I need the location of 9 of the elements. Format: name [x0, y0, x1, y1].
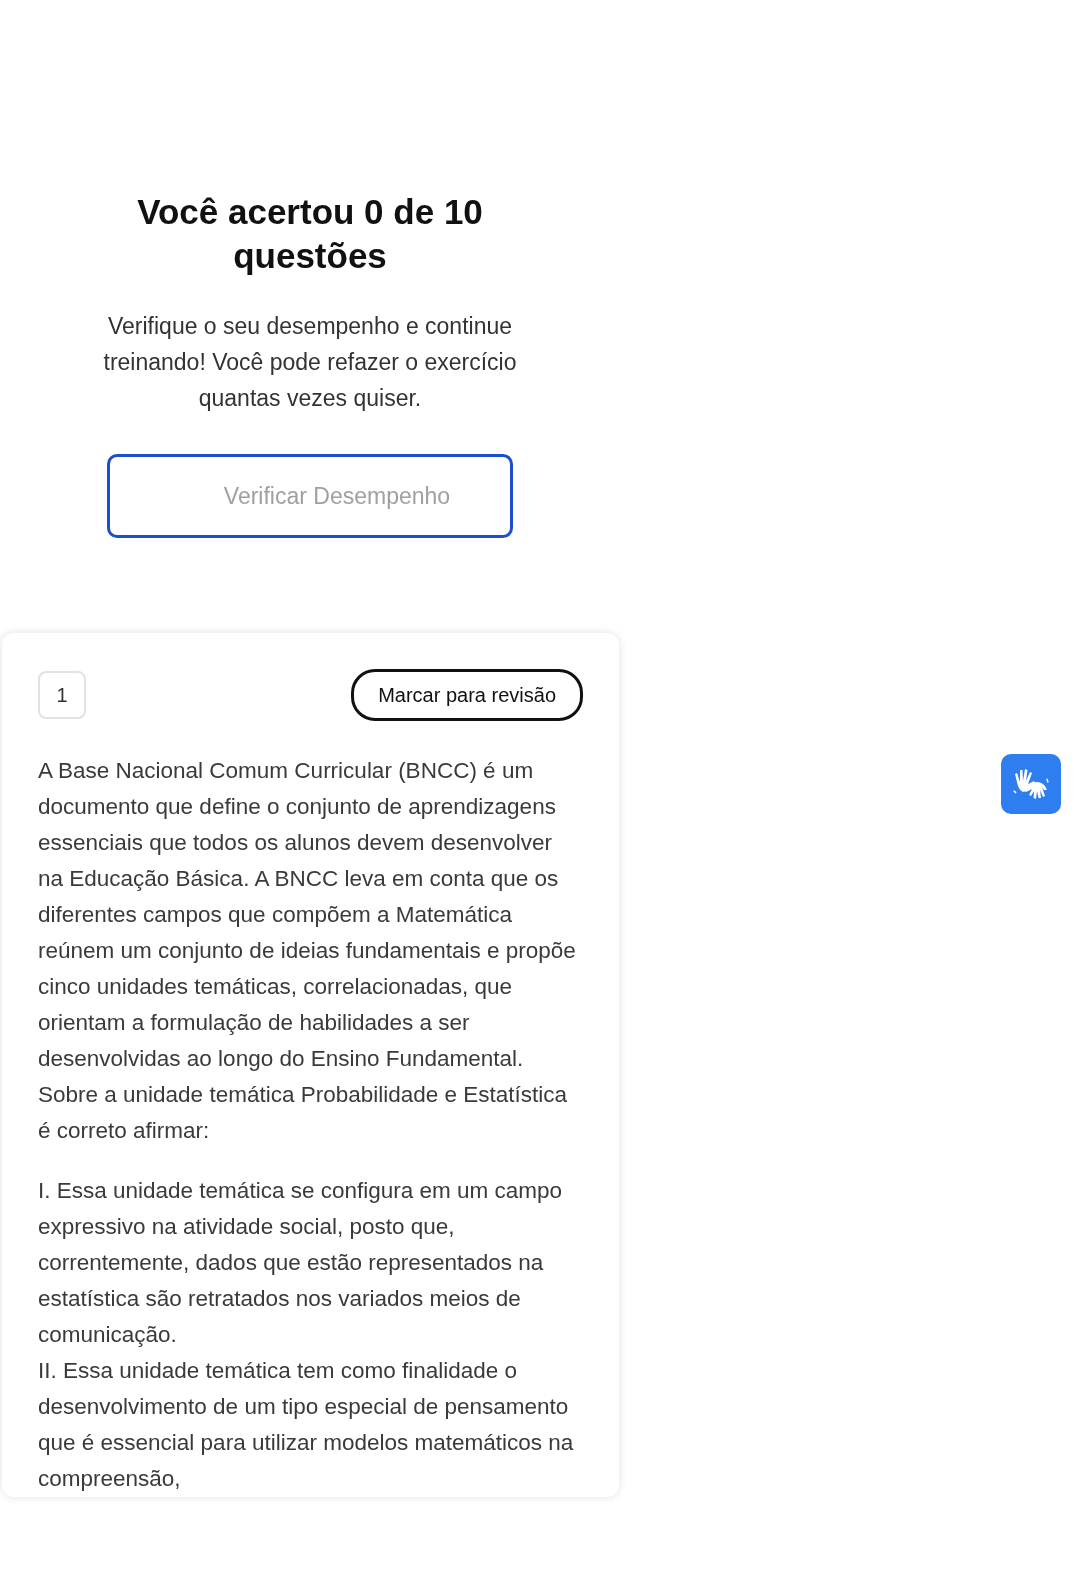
question-statement: A Base Nacional Comum Curricular (BNCC) é um documento que define o conjunto de aprendizagens essenciais que todos os alunos devem desenvolver na Educação Básica. A BNCC leva em conta que os diferentes campos que compõem a Matemática reúnem um conjunto de ideias fundamentais e propõe cinco unidades temáticas, correlacionadas, que orientam a formulação de habilidades a ser desenvolvidas ao longo do Ensino Fundamental. Sobre a unidade temática Probabilidade e Estatística é correto afirmar: [38, 757, 577, 1145]
question-number: 1 [38, 671, 86, 719]
statement-item: II. Essa unidade temática tem como finalidade o desenvolvimento de um tipo especial de pensamento que é essencial para utilizar modelos matemáticos na compreensão, [38, 1357, 575, 1493]
sign-language-button[interactable] [1001, 754, 1061, 814]
statement-item: I. Essa unidade temática se configura em um campo expressivo na atividade social, posto que, correntemente, dados que estão representados na estatística são retratados nos variados meios de comunicação. [38, 1177, 563, 1349]
result-description: Verifique o seu desempenho e continue treinando! Você pode refazer o exercício quantas vezes quiser. [102, 312, 518, 413]
result-title: Você acertou 0 de 10 questões [136, 191, 484, 277]
mark-for-review-button[interactable]: Marcar para revisão [351, 669, 583, 721]
hands-icon [1012, 766, 1050, 802]
